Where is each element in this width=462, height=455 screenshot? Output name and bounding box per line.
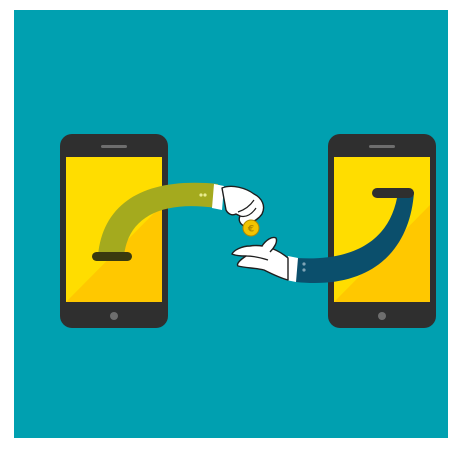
left-cuff-button [203,193,207,197]
left-screen-slot [92,252,132,261]
phone-home-button-right [378,312,386,320]
phone-speaker-right [369,145,395,148]
left-cuff-button [199,193,203,197]
phone-home-button-left [110,312,118,320]
right-cuff-button [302,262,306,266]
phone-speaker-left [101,145,127,148]
right-cuff-button [302,268,306,272]
coin-symbol: € [247,225,254,235]
money-transfer-illustration: € [14,10,448,438]
coin-icon: € [242,219,260,237]
right-screen-slot [372,188,414,198]
illustration-canvas: € [0,0,462,455]
